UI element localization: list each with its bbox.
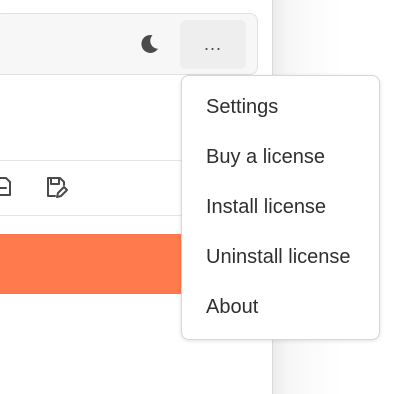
menu-item-install-license[interactable]: Install license [206, 190, 326, 224]
menu-item-uninstall-license[interactable]: Uninstall license [206, 240, 351, 274]
options-menu: Settings Buy a license Install license U… [181, 75, 380, 340]
more-options-button[interactable]: ... [180, 20, 246, 69]
document-icon[interactable] [0, 176, 12, 198]
menu-item-settings[interactable]: Settings [206, 90, 278, 124]
more-options-label: ... [203, 34, 222, 54]
moon-icon[interactable] [137, 32, 161, 56]
menu-item-about[interactable]: About [206, 290, 258, 324]
menu-item-buy-license[interactable]: Buy a license [206, 140, 325, 174]
save-as-icon[interactable] [44, 175, 68, 199]
